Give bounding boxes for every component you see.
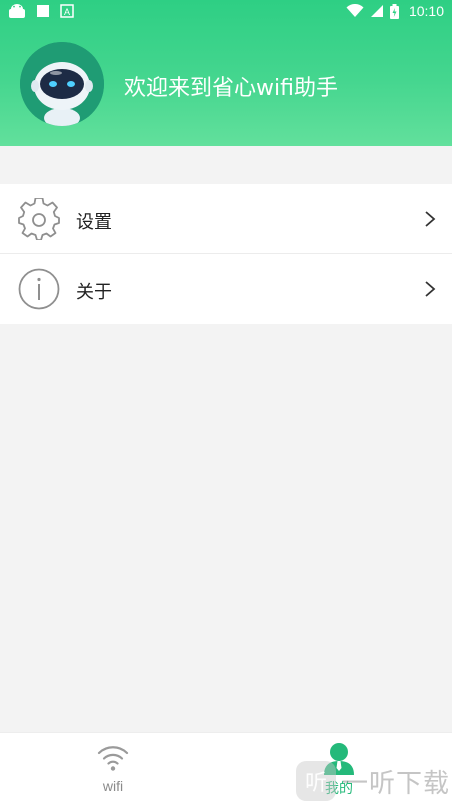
menu-item-about[interactable]: 关于 [0,254,452,324]
tab-label: wifi [102,778,124,794]
battery-icon [389,3,399,19]
chevron-right-icon [425,281,436,297]
watermark-text: 一听下载 [342,768,451,799]
chevron-right-icon [425,211,436,227]
avatar[interactable] [20,42,104,126]
watermark: 听 一听下载 [292,760,452,802]
status-bar: A 10:10 [0,0,452,24]
a-icon: A [60,4,74,18]
wifi-icon [346,4,364,17]
signal-icon [370,5,383,17]
settings-menu: 设置 关于 [0,184,452,324]
menu-item-settings[interactable]: 设置 [0,184,452,254]
svg-text:A: A [64,7,70,17]
watermark-logo: 听 [296,761,336,801]
android-icon [9,4,25,18]
menu-item-label: 设置 [76,212,112,233]
welcome-text: 欢迎来到省心wifi助手 [124,76,338,101]
robot-icon [20,42,104,126]
square-icon [37,5,49,17]
info-icon [18,268,60,310]
profile-header: A 10:10 欢迎来到省心wifi助手 [0,0,452,146]
tab-wifi[interactable]: wifi [0,733,226,802]
wifi-icon [97,746,129,771]
status-time: 10:10 [408,3,444,19]
gear-icon [18,198,60,240]
menu-item-label: 关于 [76,282,112,303]
